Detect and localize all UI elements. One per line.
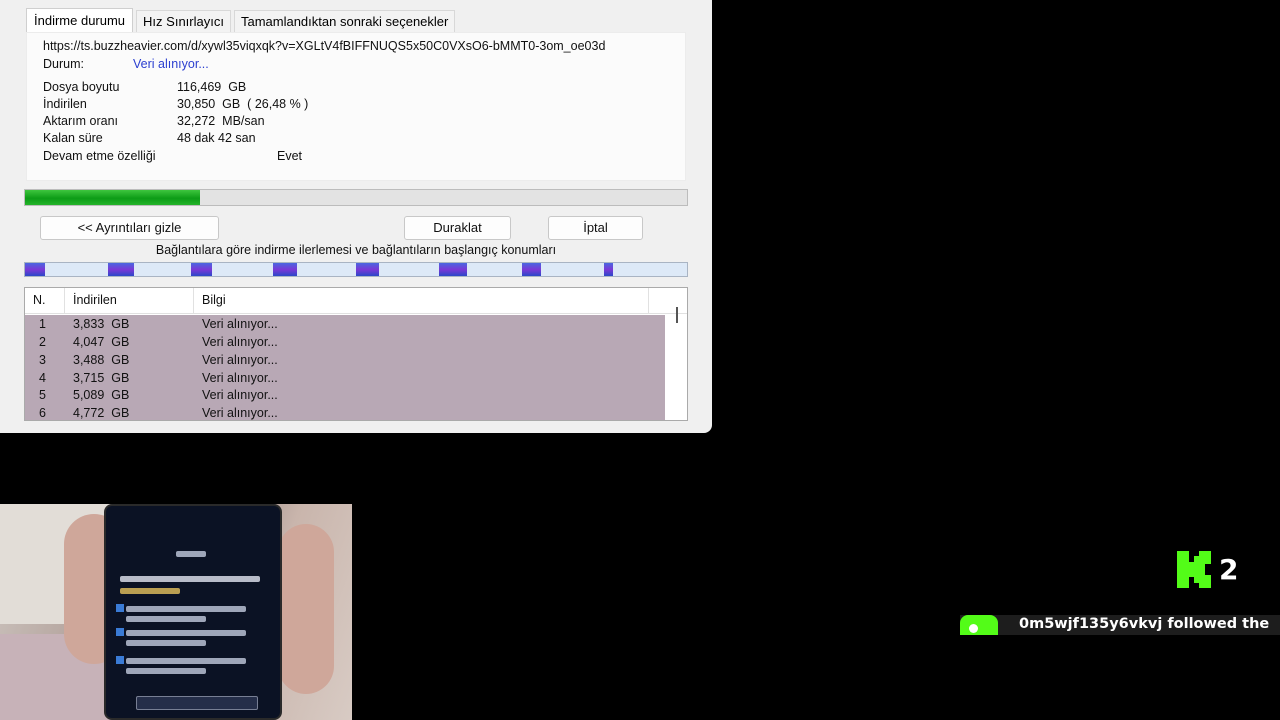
- connections-caption: Bağlantılara göre indirme ilerlemesi ve …: [155, 243, 557, 257]
- column-header-number[interactable]: N.: [25, 288, 65, 313]
- webcam-phone-screen: [104, 504, 282, 720]
- follow-alert-icon: [960, 615, 998, 635]
- row-info: Veri alınıyor...: [202, 388, 278, 402]
- row-info: Veri alınıyor...: [202, 335, 278, 349]
- table-row[interactable]: 6 4,772 GB Veri alınıyor...: [25, 404, 665, 420]
- downloaded-label: İndirilen: [43, 97, 87, 111]
- row-info: Veri alınıyor...: [202, 406, 278, 420]
- connection-segment: [521, 263, 542, 276]
- phone-text-line: [176, 551, 206, 557]
- connection-segment: [25, 263, 45, 276]
- column-header-downloaded[interactable]: İndirilen: [65, 288, 194, 313]
- time-left-label: Kalan süre: [43, 131, 103, 145]
- time-left-value: 48 dak 42 san: [177, 131, 256, 145]
- phone-chat-badge: [116, 656, 124, 664]
- table-row[interactable]: 3 3,488 GB Veri alınıyor...: [25, 351, 665, 369]
- table-row[interactable]: 2 4,047 GB Veri alınıyor...: [25, 333, 665, 351]
- transfer-rate-value: 32,272 MB/san: [177, 114, 265, 128]
- row-number: 5: [39, 388, 46, 402]
- status-label: Durum:: [43, 57, 84, 71]
- transfer-rate-label: Aktarım oranı: [43, 114, 119, 128]
- cancel-button[interactable]: İptal: [548, 216, 643, 240]
- connection-segment: [273, 263, 298, 276]
- connection-segment: [190, 263, 213, 276]
- row-downloaded: 4,047 GB: [73, 335, 130, 349]
- resume-capability-value: Evet: [277, 149, 303, 163]
- file-size-label: Dosya boyutu: [43, 80, 120, 94]
- row-info: Veri alınıyor...: [202, 353, 278, 367]
- row-downloaded: 3,488 GB: [73, 353, 130, 367]
- connections-progress-bar: [24, 262, 688, 277]
- phone-chat-input: [136, 696, 258, 710]
- phone-chat-badge: [116, 604, 124, 612]
- connections-table[interactable]: N. İndirilen Bilgi 1 3,833 GB Veri alını…: [24, 287, 688, 421]
- tab-speed-limiter[interactable]: Hız Sınırlayıcı: [136, 10, 231, 33]
- row-number: 6: [39, 406, 46, 420]
- row-number: 2: [39, 335, 46, 349]
- row-downloaded: 4,772 GB: [73, 406, 130, 420]
- follow-alert-bar: 0m5wjf135y6vkvj followed the: [960, 615, 1280, 635]
- download-status-dialog: İndirme durumu Hız Sınırlayıcı Tamamland…: [0, 0, 712, 433]
- table-header: N. İndirilen Bilgi: [25, 288, 687, 314]
- table-row[interactable]: 5 5,089 GB Veri alınıyor...: [25, 386, 665, 404]
- row-downloaded: 5,089 GB: [73, 388, 130, 402]
- resume-capability-label: Devam etme özelliği: [43, 149, 156, 163]
- connection-segment: [438, 263, 468, 276]
- phone-text-line: [126, 616, 206, 622]
- table-body: 1 3,833 GB Veri alınıyor... 2 4,047 GB V…: [25, 315, 665, 420]
- column-header-info[interactable]: Bilgi: [194, 288, 649, 313]
- download-progress-bar: [24, 189, 688, 206]
- phone-text-line: [126, 606, 246, 612]
- connection-segment: [356, 263, 380, 276]
- phone-chat-badge: [116, 628, 124, 636]
- download-info-panel: https://ts.buzzheavier.com/d/xywl35viqxq…: [26, 32, 686, 181]
- row-info: Veri alınıyor...: [202, 317, 278, 331]
- phone-text-line: [120, 588, 180, 594]
- phone-text-line: [126, 630, 246, 636]
- follower-count: 2: [1219, 553, 1239, 586]
- pause-button[interactable]: Duraklat: [404, 216, 511, 240]
- row-number: 3: [39, 353, 46, 367]
- row-number: 1: [39, 317, 46, 331]
- phone-text-line: [126, 640, 206, 646]
- tab-download-status[interactable]: İndirme durumu: [26, 8, 134, 33]
- row-number: 4: [39, 371, 46, 385]
- table-row[interactable]: 1 3,833 GB Veri alınıyor...: [25, 315, 665, 333]
- file-size-value: 116,469 GB: [177, 80, 247, 94]
- connection-segment: [107, 263, 135, 276]
- downloaded-value: 30,850 GB ( 26,48 % ): [177, 97, 309, 111]
- row-downloaded: 3,833 GB: [73, 317, 130, 331]
- phone-text-line: [120, 576, 260, 582]
- phone-text-line: [126, 658, 246, 664]
- webcam-feed: [0, 504, 352, 720]
- download-progress-fill: [25, 190, 201, 205]
- table-scrollbar[interactable]: [676, 307, 678, 323]
- row-info: Veri alınıyor...: [202, 371, 278, 385]
- status-value: Veri alınıyor...: [133, 57, 209, 71]
- kick-logo-icon: [1177, 551, 1211, 588]
- webcam-hand: [278, 524, 334, 694]
- tab-after-completion-options[interactable]: Tamamlandıktan sonraki seçenekler: [233, 10, 456, 33]
- tab-bar: İndirme durumu Hız Sınırlayıcı Tamamland…: [26, 8, 458, 33]
- connection-segment: [604, 263, 613, 276]
- download-url: https://ts.buzzheavier.com/d/xywl35viqxq…: [43, 39, 606, 53]
- hide-details-button[interactable]: << Ayrıntıları gizle: [40, 216, 219, 240]
- phone-text-line: [126, 668, 206, 674]
- table-row[interactable]: 4 3,715 GB Veri alınıyor...: [25, 369, 665, 387]
- follow-alert-message: 0m5wjf135y6vkvj followed the: [1019, 616, 1270, 632]
- row-downloaded: 3,715 GB: [73, 371, 130, 385]
